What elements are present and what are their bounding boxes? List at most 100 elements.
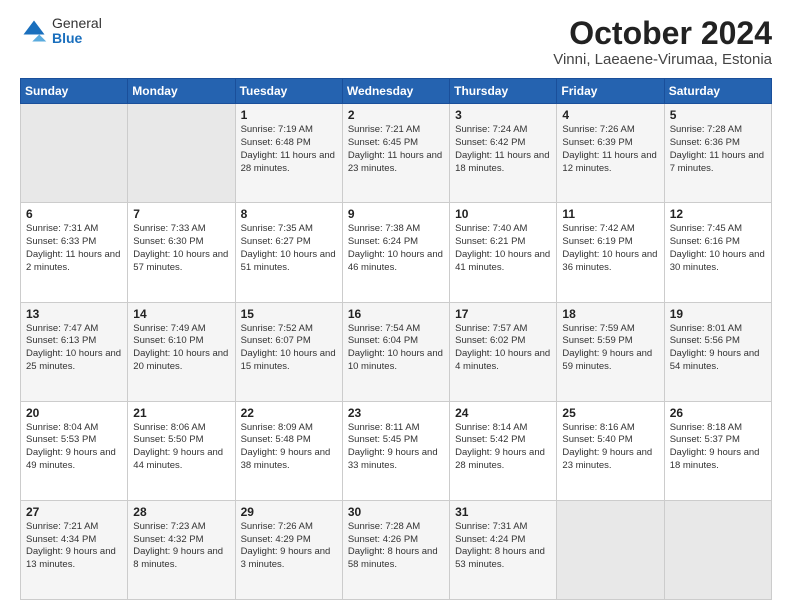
calendar-cell-1-1: 7Sunrise: 7:33 AM Sunset: 6:30 PM Daylig… — [128, 203, 235, 302]
calendar-cell-1-6: 12 Sunrise: 7:45 AM Sunset: 6:16 PM Dayli… — [664, 203, 771, 302]
calendar-cell-4-5 — [557, 500, 664, 599]
day-number-19: 19 — [670, 307, 766, 321]
day-number-21: 21 — [133, 406, 229, 420]
title-block: October 2024 Vinni, Laeaene-Virumaa, Est… — [553, 16, 772, 68]
page: General Blue October 2024 Vinni, Laeaene… — [0, 0, 792, 612]
day-info-24: Sunrise: 8:14 AM Sunset: 5:42 PM Dayligh… — [455, 422, 551, 473]
day-number-20: 20 — [26, 406, 122, 420]
day-info-9: Sunrise: 7:38 AM Sunset: 6:24 PM Dayligh… — [348, 223, 444, 274]
day-number-23: 23 — [348, 406, 444, 420]
day-info-10: Sunrise: 7:40 AM Sunset: 6:21 PM Dayligh… — [455, 223, 551, 274]
calendar-cell-0-6: 5Sunrise: 7:28 AM Sunset: 6:36 PM Daylig… — [664, 104, 771, 203]
calendar-cell-3-3: 23 Sunrise: 8:11 AM Sunset: 5:45 PM Dayli… — [342, 401, 449, 500]
day-info-28: Sunrise: 7:23 AM Sunset: 4:32 PM Dayligh… — [133, 521, 229, 572]
day-number-1: 1 — [241, 108, 337, 122]
calendar-cell-0-5: 4Sunrise: 7:26 AM Sunset: 6:39 PM Daylig… — [557, 104, 664, 203]
calendar-cell-3-6: 26 Sunrise: 8:18 AM Sunset: 5:37 PM Dayli… — [664, 401, 771, 500]
day-info-20: Sunrise: 8:04 AM Sunset: 5:53 PM Dayligh… — [26, 422, 122, 473]
calendar-cell-2-1: 14Sunrise: 7:49 AM Sunset: 6:10 PM Dayli… — [128, 302, 235, 401]
day-number-30: 30 — [348, 505, 444, 519]
calendar-cell-0-1 — [128, 104, 235, 203]
day-info-22: Sunrise: 8:09 AM Sunset: 5:48 PM Dayligh… — [241, 422, 337, 473]
day-number-8: 8 — [241, 207, 337, 221]
day-number-26: 26 — [670, 406, 766, 420]
calendar-cell-4-4: 31 Sunrise: 7:31 AM Sunset: 4:24 PM Dayli… — [450, 500, 557, 599]
day-number-18: 18 — [562, 307, 658, 321]
day-number-10: 10 — [455, 207, 551, 221]
day-number-14: 14 — [133, 307, 229, 321]
calendar-cell-4-3: 30Sunrise: 7:28 AM Sunset: 4:26 PM Dayli… — [342, 500, 449, 599]
weekday-header-row: Sunday Monday Tuesday Wednesday Thursday… — [21, 79, 772, 104]
day-info-26: Sunrise: 8:18 AM Sunset: 5:37 PM Dayligh… — [670, 422, 766, 473]
day-info-2: Sunrise: 7:21 AM Sunset: 6:45 PM Dayligh… — [348, 124, 444, 175]
calendar-cell-2-3: 16 Sunrise: 7:54 AM Sunset: 6:04 PM Dayli… — [342, 302, 449, 401]
calendar-cell-1-4: 10 Sunrise: 7:40 AM Sunset: 6:21 PM Dayli… — [450, 203, 557, 302]
day-info-7: Sunrise: 7:33 AM Sunset: 6:30 PM Dayligh… — [133, 223, 229, 274]
day-info-18: Sunrise: 7:59 AM Sunset: 5:59 PM Dayligh… — [562, 323, 658, 374]
calendar-cell-1-0: 6 Sunrise: 7:31 AM Sunset: 6:33 PM Daylig… — [21, 203, 128, 302]
week-row-3: 20 Sunrise: 8:04 AM Sunset: 5:53 PM Dayli… — [21, 401, 772, 500]
header-thursday: Thursday — [450, 79, 557, 104]
calendar-cell-3-0: 20 Sunrise: 8:04 AM Sunset: 5:53 PM Dayli… — [21, 401, 128, 500]
day-info-13: Sunrise: 7:47 AM Sunset: 6:13 PM Dayligh… — [26, 323, 122, 374]
calendar-cell-3-5: 25Sunrise: 8:16 AM Sunset: 5:40 PM Dayli… — [557, 401, 664, 500]
day-number-11: 11 — [562, 207, 658, 221]
day-info-17: Sunrise: 7:57 AM Sunset: 6:02 PM Dayligh… — [455, 323, 551, 374]
logo-blue: Blue — [52, 31, 102, 46]
calendar-cell-0-4: 3Sunrise: 7:24 AM Sunset: 6:42 PM Daylig… — [450, 104, 557, 203]
day-number-29: 29 — [241, 505, 337, 519]
header-wednesday: Wednesday — [342, 79, 449, 104]
header: General Blue October 2024 Vinni, Laeaene… — [20, 16, 772, 68]
day-number-27: 27 — [26, 505, 122, 519]
calendar-cell-2-0: 13 Sunrise: 7:47 AM Sunset: 6:13 PM Dayli… — [21, 302, 128, 401]
week-row-2: 13 Sunrise: 7:47 AM Sunset: 6:13 PM Dayli… — [21, 302, 772, 401]
day-number-15: 15 — [241, 307, 337, 321]
logo-icon — [20, 17, 48, 45]
day-number-24: 24 — [455, 406, 551, 420]
day-info-15: Sunrise: 7:52 AM Sunset: 6:07 PM Dayligh… — [241, 323, 337, 374]
calendar-cell-1-3: 9 Sunrise: 7:38 AM Sunset: 6:24 PM Daylig… — [342, 203, 449, 302]
calendar-cell-3-4: 24 Sunrise: 8:14 AM Sunset: 5:42 PM Dayli… — [450, 401, 557, 500]
day-info-5: Sunrise: 7:28 AM Sunset: 6:36 PM Dayligh… — [670, 124, 766, 175]
day-info-8: Sunrise: 7:35 AM Sunset: 6:27 PM Dayligh… — [241, 223, 337, 274]
week-row-4: 27 Sunrise: 7:21 AM Sunset: 4:34 PM Dayli… — [21, 500, 772, 599]
calendar-cell-2-4: 17Sunrise: 7:57 AM Sunset: 6:02 PM Dayli… — [450, 302, 557, 401]
day-info-16: Sunrise: 7:54 AM Sunset: 6:04 PM Dayligh… — [348, 323, 444, 374]
calendar-cell-0-0 — [21, 104, 128, 203]
day-info-19: Sunrise: 8:01 AM Sunset: 5:56 PM Dayligh… — [670, 323, 766, 374]
day-number-12: 12 — [670, 207, 766, 221]
day-info-21: Sunrise: 8:06 AM Sunset: 5:50 PM Dayligh… — [133, 422, 229, 473]
calendar-cell-1-5: 11Sunrise: 7:42 AM Sunset: 6:19 PM Dayli… — [557, 203, 664, 302]
week-row-0: 1Sunrise: 7:19 AM Sunset: 6:48 PM Daylig… — [21, 104, 772, 203]
day-number-9: 9 — [348, 207, 444, 221]
day-info-31: Sunrise: 7:31 AM Sunset: 4:24 PM Dayligh… — [455, 521, 551, 572]
calendar-cell-4-6 — [664, 500, 771, 599]
calendar-cell-0-3: 2Sunrise: 7:21 AM Sunset: 6:45 PM Daylig… — [342, 104, 449, 203]
week-row-1: 6 Sunrise: 7:31 AM Sunset: 6:33 PM Daylig… — [21, 203, 772, 302]
calendar-cell-3-1: 21 Sunrise: 8:06 AM Sunset: 5:50 PM Dayli… — [128, 401, 235, 500]
header-monday: Monday — [128, 79, 235, 104]
logo-text: General Blue — [52, 16, 102, 47]
day-number-28: 28 — [133, 505, 229, 519]
calendar-cell-3-2: 22Sunrise: 8:09 AM Sunset: 5:48 PM Dayli… — [235, 401, 342, 500]
header-friday: Friday — [557, 79, 664, 104]
day-info-4: Sunrise: 7:26 AM Sunset: 6:39 PM Dayligh… — [562, 124, 658, 175]
calendar-cell-2-2: 15 Sunrise: 7:52 AM Sunset: 6:07 PM Dayli… — [235, 302, 342, 401]
day-number-31: 31 — [455, 505, 551, 519]
month-title: October 2024 — [553, 16, 772, 51]
day-info-3: Sunrise: 7:24 AM Sunset: 6:42 PM Dayligh… — [455, 124, 551, 175]
day-info-27: Sunrise: 7:21 AM Sunset: 4:34 PM Dayligh… — [26, 521, 122, 572]
day-info-25: Sunrise: 8:16 AM Sunset: 5:40 PM Dayligh… — [562, 422, 658, 473]
header-saturday: Saturday — [664, 79, 771, 104]
day-info-12: Sunrise: 7:45 AM Sunset: 6:16 PM Dayligh… — [670, 223, 766, 274]
day-info-23: Sunrise: 8:11 AM Sunset: 5:45 PM Dayligh… — [348, 422, 444, 473]
calendar-cell-0-2: 1Sunrise: 7:19 AM Sunset: 6:48 PM Daylig… — [235, 104, 342, 203]
calendar-cell-4-0: 27 Sunrise: 7:21 AM Sunset: 4:34 PM Dayli… — [21, 500, 128, 599]
logo-general: General — [52, 16, 102, 31]
calendar-cell-2-5: 18 Sunrise: 7:59 AM Sunset: 5:59 PM Dayli… — [557, 302, 664, 401]
day-number-13: 13 — [26, 307, 122, 321]
day-number-6: 6 — [26, 207, 122, 221]
day-number-16: 16 — [348, 307, 444, 321]
header-tuesday: Tuesday — [235, 79, 342, 104]
day-info-6: Sunrise: 7:31 AM Sunset: 6:33 PM Dayligh… — [26, 223, 122, 274]
